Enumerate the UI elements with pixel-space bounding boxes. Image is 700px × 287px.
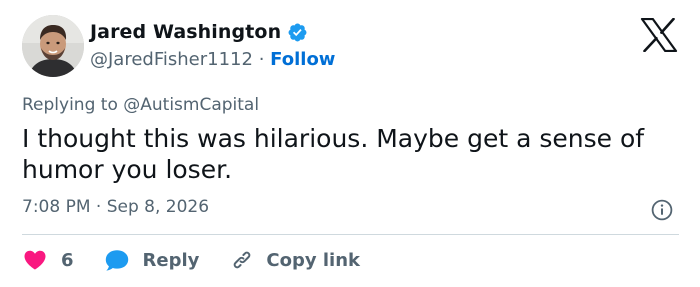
author-name-row: Jared Washington bbox=[90, 21, 308, 43]
tweet-embed-card: Jared Washington @JaredFisher1112 · Foll… bbox=[0, 0, 700, 287]
author-handle[interactable]: @JaredFisher1112 bbox=[90, 49, 253, 70]
x-logo-icon[interactable] bbox=[640, 18, 678, 52]
tweet-date[interactable]: Sep 8, 2026 bbox=[107, 197, 209, 217]
actions-divider bbox=[22, 234, 679, 235]
tweet-actions: 6 Reply Copy link bbox=[22, 247, 360, 273]
handle-separator: · bbox=[258, 49, 265, 70]
replying-to-context: Replying to @AutismCapital bbox=[22, 95, 259, 115]
reply-bubble-icon bbox=[105, 250, 128, 271]
follow-link[interactable]: Follow bbox=[270, 49, 335, 70]
tweet-timestamp[interactable]: 7:08 PM · Sep 8, 2026 bbox=[22, 197, 209, 217]
replying-to-handle[interactable]: @AutismCapital bbox=[123, 95, 259, 115]
copy-link-button[interactable]: Copy link bbox=[230, 248, 360, 272]
author-display-name[interactable]: Jared Washington bbox=[90, 21, 281, 43]
tweet-text: I thought this was hilarious. Maybe get … bbox=[22, 124, 645, 184]
like-count: 6 bbox=[61, 249, 74, 271]
heart-icon bbox=[24, 250, 46, 270]
link-icon bbox=[234, 251, 251, 269]
tweet-time[interactable]: 7:08 PM bbox=[22, 197, 91, 217]
author-handle-row: @JaredFisher1112 · Follow bbox=[90, 49, 335, 70]
timestamp-separator: · bbox=[95, 197, 102, 217]
copy-link-label: Copy link bbox=[266, 249, 360, 271]
reply-label: Reply bbox=[142, 249, 200, 271]
verified-badge-icon bbox=[288, 23, 307, 41]
avatar[interactable] bbox=[22, 15, 84, 77]
reply-button[interactable]: Reply bbox=[104, 248, 200, 272]
info-icon[interactable] bbox=[651, 199, 673, 221]
replying-to-label: Replying to bbox=[22, 95, 118, 115]
like-button[interactable]: 6 bbox=[22, 248, 74, 272]
avatar-image bbox=[22, 15, 84, 77]
